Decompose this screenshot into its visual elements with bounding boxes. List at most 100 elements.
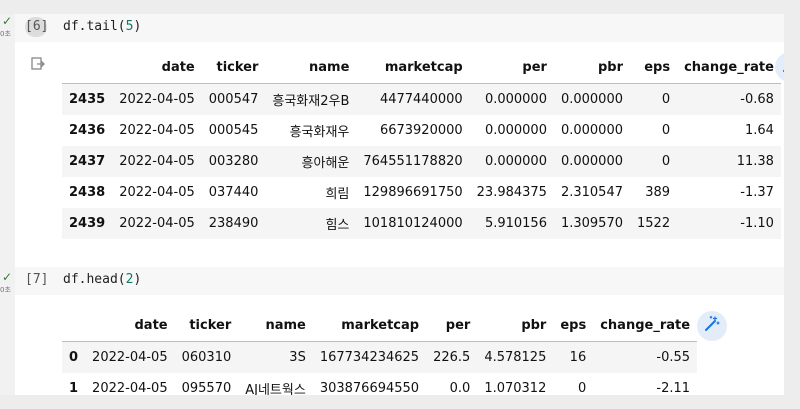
cell-marketcap: 4477440000 bbox=[379, 92, 463, 107]
cell-ticker: 000545 bbox=[208, 123, 259, 138]
cell-marketcap: 764551178820 bbox=[363, 154, 463, 169]
cell-gutter: ✓ 0초 ✓ 0초 bbox=[0, 0, 15, 409]
row-index: 2435 bbox=[69, 92, 106, 107]
row-index: 2436 bbox=[69, 123, 106, 138]
code-editor[interactable]: [6] df.tail(5) bbox=[15, 14, 784, 42]
cell-change-rate: -2.11 bbox=[656, 381, 691, 395]
cell-change-rate: 11.38 bbox=[736, 154, 774, 169]
cell-eps: 0 bbox=[661, 92, 671, 107]
execution-time: 0초 bbox=[0, 286, 11, 294]
cell-ticker: 037440 bbox=[208, 185, 259, 200]
cell-date: 2022-04-05 bbox=[119, 216, 195, 231]
cell-name: 흥아해운 bbox=[301, 156, 350, 171]
column-header-eps: eps bbox=[553, 310, 594, 342]
cell-name: 힘스 bbox=[325, 218, 350, 233]
execution-count[interactable]: [6] bbox=[25, 17, 48, 37]
window-frame-right bbox=[784, 0, 800, 409]
table-row: 2435 2022-04-05 000547 흥국화재2우B 447744000… bbox=[62, 83, 781, 115]
cell-name: AJ네트웍스 bbox=[245, 383, 306, 395]
row-index: 2438 bbox=[69, 185, 106, 200]
column-header-pbr: pbr bbox=[553, 52, 630, 84]
cell-pbr: 0.000000 bbox=[560, 123, 623, 138]
column-header-date: date bbox=[85, 310, 175, 342]
cell-ticker: 238490 bbox=[208, 216, 259, 231]
table-row: 2436 2022-04-05 000545 흥국화재우 6673920000 … bbox=[62, 115, 781, 146]
cell-marketcap: 101810124000 bbox=[363, 216, 463, 231]
cell-pbr: 1.309570 bbox=[560, 216, 623, 231]
cell-per: 0.0 bbox=[449, 381, 471, 395]
column-header-name: name bbox=[238, 310, 313, 342]
table-header-row: date ticker name marketcap per pbr eps c… bbox=[62, 310, 698, 342]
magic-wand-button[interactable] bbox=[697, 311, 727, 341]
window-frame-top bbox=[0, 0, 800, 14]
execution-time: 0초 bbox=[0, 30, 11, 38]
column-header-date: date bbox=[112, 52, 202, 84]
notebook: [6] df.tail(5) date ticker name marketca… bbox=[15, 14, 784, 395]
cell-change-rate: -1.10 bbox=[740, 216, 774, 231]
cell-date: 2022-04-05 bbox=[119, 123, 195, 138]
cell-per: 0.000000 bbox=[484, 154, 547, 169]
check-icon: ✓ bbox=[2, 270, 13, 284]
cell-per: 5.910156 bbox=[484, 216, 547, 231]
window-frame-bottom bbox=[0, 395, 800, 409]
column-header-eps: eps bbox=[630, 52, 678, 84]
cell-ticker: 060310 bbox=[181, 350, 232, 365]
dataframe-output: date ticker name marketcap per pbr eps c… bbox=[62, 310, 698, 395]
column-header-marketcap: marketcap bbox=[312, 310, 427, 342]
cell-eps: 389 bbox=[645, 185, 671, 200]
cell-marketcap: 303876694550 bbox=[319, 381, 420, 395]
row-index: 1 bbox=[69, 381, 79, 395]
cell-per: 0.000000 bbox=[484, 92, 547, 107]
cell-name: 흥국화재2우B bbox=[272, 94, 350, 109]
output-icon[interactable] bbox=[31, 57, 45, 71]
cell-change-rate: 1.64 bbox=[744, 123, 774, 138]
column-header-name: name bbox=[265, 52, 357, 84]
column-header-per: per bbox=[426, 310, 478, 342]
index-header bbox=[62, 52, 113, 84]
cell-change-rate: -0.68 bbox=[740, 92, 774, 107]
row-index: 2439 bbox=[69, 216, 106, 231]
cell-name: 희림 bbox=[325, 187, 350, 202]
table-row: 0 2022-04-05 060310 3S 167734234625 226.… bbox=[62, 341, 698, 373]
row-index: 0 bbox=[69, 350, 79, 365]
cell-eps: 0 bbox=[577, 381, 587, 395]
cell-change-rate: -1.37 bbox=[740, 185, 774, 200]
cell-date: 2022-04-05 bbox=[119, 185, 195, 200]
cell-marketcap: 129896691750 bbox=[363, 185, 463, 200]
cell-ticker: 095570 bbox=[181, 381, 232, 395]
column-header-change-rate: change_rate bbox=[677, 52, 781, 84]
check-icon: ✓ bbox=[2, 14, 13, 28]
cell-eps: 16 bbox=[569, 350, 587, 365]
index-header bbox=[62, 310, 86, 342]
cell-eps: 1522 bbox=[637, 216, 671, 231]
cell-marketcap: 6673920000 bbox=[379, 123, 463, 138]
cell-per: 23.984375 bbox=[476, 185, 547, 200]
cell-name: 3S bbox=[289, 350, 306, 365]
table-row: 2437 2022-04-05 003280 흥아해운 764551178820… bbox=[62, 146, 781, 177]
column-header-per: per bbox=[469, 52, 554, 84]
cell-name: 흥국화재우 bbox=[289, 125, 350, 140]
code-line[interactable]: df.head(2) bbox=[63, 270, 141, 290]
execution-count[interactable]: [7] bbox=[25, 270, 48, 290]
table-row: 2439 2022-04-05 238490 힘스 101810124000 5… bbox=[62, 208, 781, 239]
cell-marketcap: 167734234625 bbox=[319, 350, 420, 365]
column-header-pbr: pbr bbox=[477, 310, 554, 342]
cell-date: 2022-04-05 bbox=[119, 154, 195, 169]
cell-pbr: 4.578125 bbox=[484, 350, 547, 365]
row-index: 2437 bbox=[69, 154, 106, 169]
cell-change-rate: -0.55 bbox=[656, 350, 691, 365]
cell-pbr: 0.000000 bbox=[560, 92, 623, 107]
code-line[interactable]: df.tail(5) bbox=[63, 17, 141, 37]
table-row: 1 2022-04-05 095570 AJ네트웍스 303876694550 … bbox=[62, 373, 697, 395]
table-header-row: date ticker name marketcap per pbr eps c… bbox=[62, 52, 781, 84]
cell-per: 0.000000 bbox=[484, 123, 547, 138]
column-header-ticker: ticker bbox=[174, 310, 239, 342]
cell-per: 226.5 bbox=[433, 350, 471, 365]
column-header-change-rate: change_rate bbox=[593, 310, 698, 342]
code-editor[interactable]: [7] df.head(2) bbox=[15, 267, 784, 295]
cell-eps: 0 bbox=[661, 123, 671, 138]
column-header-ticker: ticker bbox=[201, 52, 266, 84]
cell-date: 2022-04-05 bbox=[92, 350, 168, 365]
cell-ticker: 003280 bbox=[208, 154, 259, 169]
table-row: 2438 2022-04-05 037440 희림 129896691750 2… bbox=[62, 177, 781, 208]
